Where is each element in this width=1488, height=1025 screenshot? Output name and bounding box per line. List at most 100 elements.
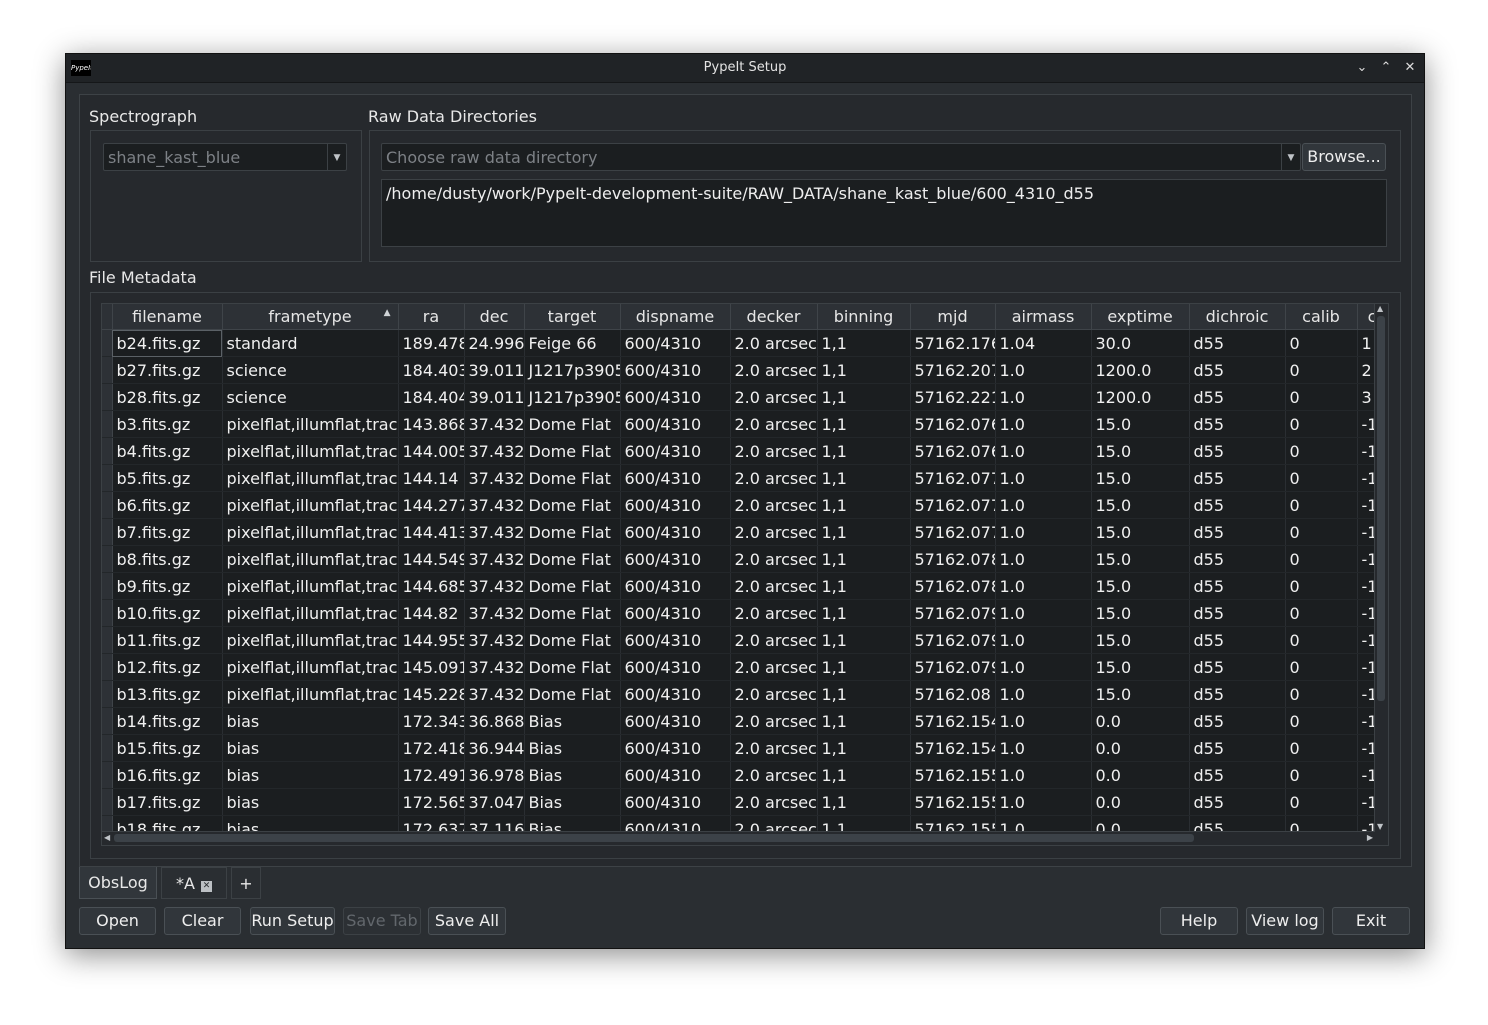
table-cell[interactable]: 0 xyxy=(1285,491,1358,519)
table-cell[interactable]: 0 xyxy=(1285,599,1358,627)
table-cell[interactable]: b14.fits.gz xyxy=(112,707,223,735)
table-cell[interactable]: 600/4310 xyxy=(620,680,731,708)
row-header[interactable] xyxy=(102,464,113,492)
table-cell[interactable]: 15.0 xyxy=(1091,545,1190,573)
table-cell[interactable]: Dome Flat xyxy=(524,545,621,573)
table-row[interactable]: b3.fits.gz pixelflat,illumflat,trace 143.8… xyxy=(102,410,1388,438)
table-cell[interactable]: 0.0 xyxy=(1091,761,1190,789)
table-cell[interactable]: pixelflat,illumflat,trace xyxy=(222,572,399,600)
table-cell[interactable]: 57162.155 xyxy=(910,788,996,816)
table-cell[interactable]: 57162.077 xyxy=(910,491,996,519)
table-cell[interactable]: b5.fits.gz xyxy=(112,464,223,492)
table-cell[interactable]: 2.0 arcsec xyxy=(730,329,818,357)
table-cell[interactable]: pixelflat,illumflat,trace xyxy=(222,491,399,519)
row-header[interactable] xyxy=(102,383,113,411)
column-header-filename[interactable]: filename xyxy=(112,304,223,330)
table-cell[interactable]: pixelflat,illumflat,trace xyxy=(222,626,399,654)
table-cell[interactable]: 1.0 xyxy=(995,437,1092,465)
table-cell[interactable]: 2.0 arcsec xyxy=(730,491,818,519)
table-cell[interactable]: b8.fits.gz xyxy=(112,545,223,573)
table-cell[interactable]: 57162.155 xyxy=(910,761,996,789)
table-cell[interactable]: 0 xyxy=(1285,734,1358,762)
table-cell[interactable]: 1.0 xyxy=(995,464,1092,492)
table-cell[interactable]: d55 xyxy=(1189,734,1286,762)
table-cell[interactable]: 36.944 xyxy=(464,734,525,762)
table-cell[interactable]: 1.0 xyxy=(995,356,1092,384)
table-cell[interactable]: Dome Flat xyxy=(524,626,621,654)
table-cell[interactable]: 1.0 xyxy=(995,734,1092,762)
table-cell[interactable]: d55 xyxy=(1189,437,1286,465)
exit-button[interactable]: Exit xyxy=(1332,907,1410,935)
table-cell[interactable]: 57162.078 xyxy=(910,545,996,573)
table-cell[interactable]: 1,1 xyxy=(817,734,911,762)
table-cell[interactable]: bias xyxy=(222,734,399,762)
table-cell[interactable]: d55 xyxy=(1189,329,1286,357)
column-header-decker[interactable]: decker xyxy=(730,304,818,330)
table-row[interactable]: b4.fits.gz pixelflat,illumflat,trace 144.0… xyxy=(102,437,1388,465)
table-cell[interactable]: Dome Flat xyxy=(524,410,621,438)
table-cell[interactable]: pixelflat,illumflat,trace xyxy=(222,680,399,708)
table-cell[interactable]: 1,1 xyxy=(817,788,911,816)
table-cell[interactable]: 37.432 xyxy=(464,437,525,465)
table-cell[interactable]: 144.685 xyxy=(398,572,465,600)
raw-data-combo[interactable]: Choose raw data directory ▼ xyxy=(381,143,1301,171)
table-cell[interactable]: Dome Flat xyxy=(524,653,621,681)
raw-data-directory-list[interactable]: /home/dusty/work/PypeIt-development-suit… xyxy=(381,179,1387,247)
table-cell[interactable]: 600/4310 xyxy=(620,356,731,384)
table-cell[interactable]: Feige 66 xyxy=(524,329,621,357)
table-cell[interactable]: pixelflat,illumflat,trace xyxy=(222,599,399,627)
table-cell[interactable]: 144.14 xyxy=(398,464,465,492)
table-cell[interactable]: d55 xyxy=(1189,788,1286,816)
table-cell[interactable]: 1200.0 xyxy=(1091,356,1190,384)
table-cell[interactable]: bias xyxy=(222,761,399,789)
table-cell[interactable]: 1,1 xyxy=(817,356,911,384)
table-cell[interactable]: 1,1 xyxy=(817,464,911,492)
table-cell[interactable]: 189.478 xyxy=(398,329,465,357)
table-cell[interactable]: 1.04 xyxy=(995,329,1092,357)
table-cell[interactable]: 2.0 arcsec xyxy=(730,464,818,492)
scroll-right-icon[interactable]: ▶ xyxy=(1367,833,1373,842)
table-cell[interactable]: b15.fits.gz xyxy=(112,734,223,762)
table-cell[interactable]: 184.403 xyxy=(398,356,465,384)
table-cell[interactable]: 57162.077 xyxy=(910,464,996,492)
table-cell[interactable]: 172.565 xyxy=(398,788,465,816)
table-cell[interactable]: Dome Flat xyxy=(524,518,621,546)
table-cell[interactable]: 1,1 xyxy=(817,599,911,627)
column-header-calib[interactable]: calib xyxy=(1285,304,1358,330)
table-cell[interactable]: d55 xyxy=(1189,410,1286,438)
table-cell[interactable]: 2.0 arcsec xyxy=(730,599,818,627)
table-row[interactable]: b9.fits.gz pixelflat,illumflat,trace 144.6… xyxy=(102,572,1388,600)
table-row[interactable]: b12.fits.gz pixelflat,illumflat,trace 145.… xyxy=(102,653,1388,681)
table-row[interactable]: b17.fits.gz bias 172.565 37.047 Bias 600/4310… xyxy=(102,788,1388,816)
table-cell[interactable]: 184.404 xyxy=(398,383,465,411)
table-cell[interactable]: 1200.0 xyxy=(1091,383,1190,411)
row-header[interactable] xyxy=(102,626,113,654)
table-cell[interactable]: 172.343 xyxy=(398,707,465,735)
horizontal-scrollbar[interactable]: ◀ ▶ xyxy=(102,831,1375,845)
table-cell[interactable]: 37.432 xyxy=(464,545,525,573)
table-cell[interactable]: 2.0 arcsec xyxy=(730,545,818,573)
column-header-mjd[interactable]: mjd xyxy=(910,304,996,330)
view-log-button[interactable]: View log xyxy=(1246,907,1324,935)
table-cell[interactable]: 1.0 xyxy=(995,680,1092,708)
table-cell[interactable]: 600/4310 xyxy=(620,383,731,411)
table-cell[interactable]: 2.0 arcsec xyxy=(730,761,818,789)
table-cell[interactable]: 0 xyxy=(1285,356,1358,384)
close-icon[interactable]: ✕ xyxy=(200,881,212,892)
table-cell[interactable]: Bias xyxy=(524,761,621,789)
tab-add[interactable]: + xyxy=(231,867,261,899)
table-cell[interactable]: 144.277 xyxy=(398,491,465,519)
table-cell[interactable]: 15.0 xyxy=(1091,464,1190,492)
table-cell[interactable]: pixelflat,illumflat,trace xyxy=(222,653,399,681)
table-cell[interactable]: d55 xyxy=(1189,356,1286,384)
table-cell[interactable]: 24.996 xyxy=(464,329,525,357)
table-cell[interactable]: 2.0 arcsec xyxy=(730,707,818,735)
table-cell[interactable]: 0 xyxy=(1285,653,1358,681)
column-header-dispname[interactable]: dispname xyxy=(620,304,731,330)
table-cell[interactable]: 37.432 xyxy=(464,518,525,546)
table-cell[interactable]: 0 xyxy=(1285,572,1358,600)
table-cell[interactable]: 1.0 xyxy=(995,653,1092,681)
table-cell[interactable]: 0.0 xyxy=(1091,734,1190,762)
scroll-up-icon[interactable]: ▲ xyxy=(1377,304,1383,313)
table-cell[interactable]: b10.fits.gz xyxy=(112,599,223,627)
